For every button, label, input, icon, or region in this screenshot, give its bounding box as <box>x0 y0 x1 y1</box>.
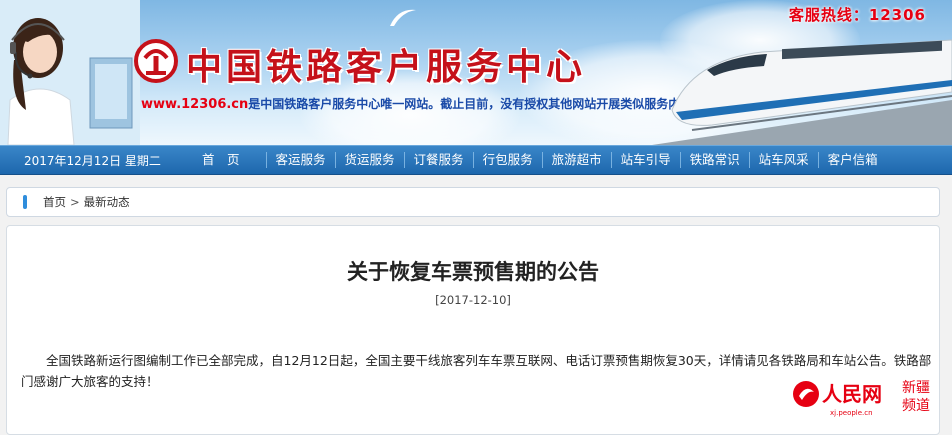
breadcrumb-home-link[interactable]: 首页 <box>43 194 66 210</box>
watermark-channel-line2: 频道 <box>902 398 930 414</box>
watermark-domain: xj.people.cn <box>830 409 873 417</box>
nav-item-meal-ordering[interactable]: 订餐服务 <box>405 146 473 174</box>
nav-item-customer-mailbox[interactable]: 客户信箱 <box>819 146 887 174</box>
breadcrumb-marker-icon <box>23 195 27 209</box>
railway-logo-icon[interactable] <box>133 38 179 84</box>
nav-item-station-guide[interactable]: 站车引导 <box>612 146 680 174</box>
people-cn-watermark-logo: 人民网 新疆 频道 xj.people.cn <box>793 380 930 417</box>
main-navigation: 2017年12月12日 星期二 首 页 客运服务 货运服务 订餐服务 行包服务 … <box>0 145 952 175</box>
nav-item-luggage-service[interactable]: 行包服务 <box>474 146 542 174</box>
nav-item-passenger-service[interactable]: 客运服务 <box>267 146 335 174</box>
current-date: 2017年12月12日 星期二 <box>24 153 161 168</box>
breadcrumb: 首页 > 最新动态 <box>6 187 940 217</box>
breadcrumb-current[interactable]: 最新动态 <box>84 194 130 210</box>
watermark-channel-line1: 新疆 <box>902 380 930 396</box>
bird-decoration <box>390 9 416 26</box>
site-url[interactable]: www.12306.cn <box>141 97 248 112</box>
customer-service-agent-image <box>0 0 140 145</box>
nav-item-home[interactable]: 首 页 <box>172 146 266 174</box>
nav-item-freight-service[interactable]: 货运服务 <box>336 146 404 174</box>
header-banner: 客服热线：12306 中国铁路客户服务中心 www.12306.cn是中国铁路客… <box>0 0 952 145</box>
watermark-brand: 人民网 <box>822 382 882 406</box>
breadcrumb-separator: > <box>70 195 80 209</box>
site-title[interactable]: 中国铁路客户服务中心 <box>186 38 586 90</box>
nav-item-railway-knowledge[interactable]: 铁路常识 <box>681 146 749 174</box>
nav-item-travel-market[interactable]: 旅游超市 <box>543 146 611 174</box>
article-title: 关于恢复车票预售期的公告 <box>347 260 599 284</box>
article-date: [2017-12-10] <box>435 293 511 307</box>
high-speed-train-image <box>652 39 952 145</box>
nav-item-station-showcase[interactable]: 站车风采 <box>750 146 818 174</box>
hotline-label: 客服热线：12306 <box>788 6 926 24</box>
